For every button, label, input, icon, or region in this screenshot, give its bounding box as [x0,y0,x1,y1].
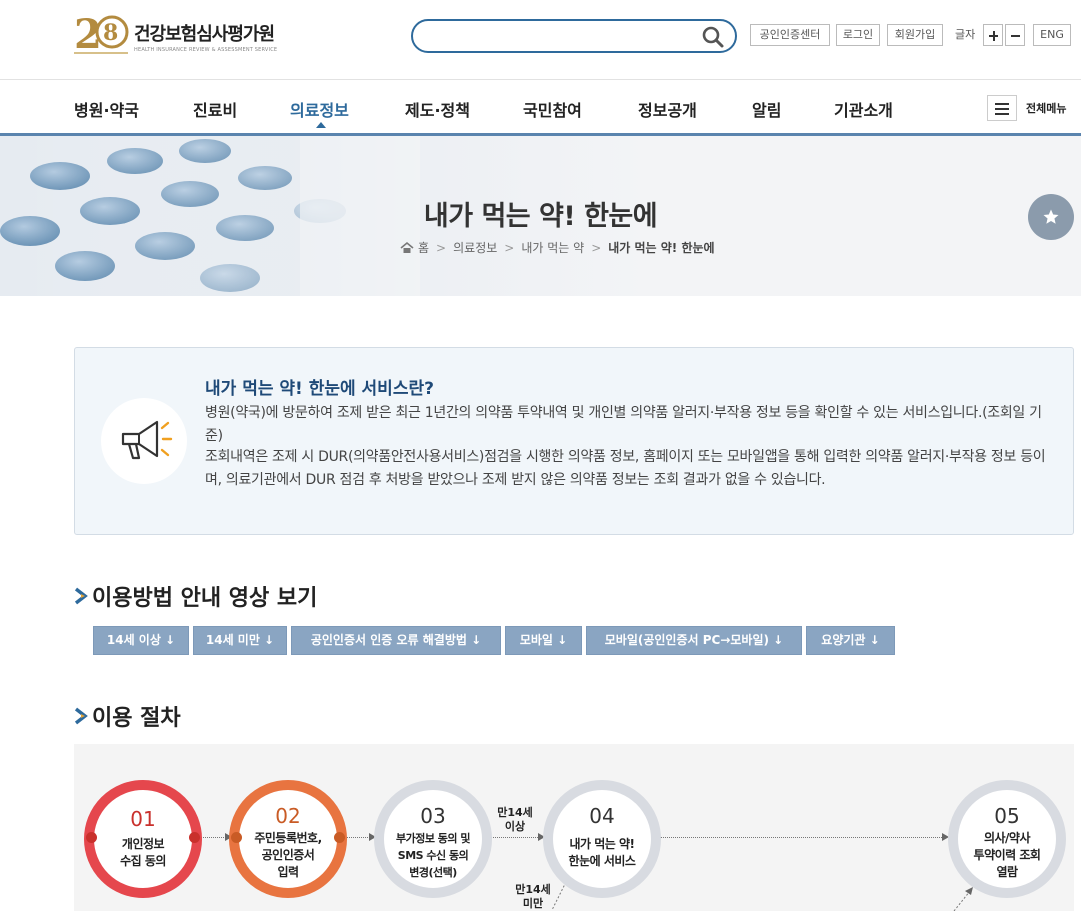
logo-subtitle: HEALTH INSURANCE REVIEW & ASSESSMENT SER… [134,47,278,53]
step-label: 주민등록번호, 공인인증서 입력 [254,831,322,879]
logo-name: 건강보험심사평가원 [134,24,275,45]
connector-4-5 [660,837,946,838]
age-over14-label: 만14세 이상 [497,806,533,833]
step-label: 내가 먹는 약! 한눈에 서비스 [568,837,636,868]
video-tab-mobile-cert[interactable]: 모바일(공인인증서 PC→모바일) ↓ [586,626,802,655]
step-dot [189,832,200,843]
section-chevron-icon [74,707,88,725]
breadcrumb-chevron-icon: > [504,240,515,255]
intro-paragraph-1: 병원(약국)에 방문하여 조제 받은 최근 1년간의 의약품 투약내역 및 개인… [205,405,1042,444]
star-icon [1043,209,1059,224]
gnb-item-participation[interactable]: 국민참여 [523,97,582,121]
intro-paragraph-2: 조회내역은 조제 시 DUR(의약품안전사용서비스)점검을 시행한 의약품 정보… [205,449,1046,488]
step-number: 04 [589,804,615,828]
step-01: 01 개인정보 수집 동의 [84,780,202,898]
video-tab-under14[interactable]: 14세 미만 ↓ [193,626,287,655]
breadcrumb-level1[interactable]: 의료정보 [453,239,497,256]
home-icon[interactable] [400,241,414,255]
search-input[interactable] [425,25,695,47]
connector-3-4 [490,837,542,838]
step-dot [86,832,97,843]
page-title: 내가 먹는 약! 한눈에 [423,201,658,232]
step-label: 의사/약사 투약이력 조회 열람 [973,831,1041,879]
gnb-item-medical-fees[interactable]: 진료비 [193,97,237,121]
hamburger-menu-icon[interactable] [987,95,1017,121]
all-menu-label[interactable]: 전체메뉴 [1026,100,1066,116]
cert-center-button[interactable]: 공인인증센터 [750,24,830,46]
video-tab-institution[interactable]: 요양기관 ↓ [806,626,895,655]
step-04: 04 내가 먹는 약! 한눈에 서비스 [543,780,661,898]
breadcrumb-level2[interactable]: 내가 먹는 약 [521,239,584,256]
step-dot [231,832,242,843]
step-number: 03 [420,804,446,828]
video-tab-mobile[interactable]: 모바일 ↓ [505,626,582,655]
login-button[interactable]: 로그인 [836,24,880,46]
video-tab-cert-error[interactable]: 공인인증서 인증 오류 해결방법 ↓ [291,626,501,655]
favorite-star-button[interactable] [1028,194,1074,240]
step-number: 05 [994,804,1020,828]
procedure-section-title: 이용 절차 [74,700,181,732]
intro-heading: 내가 먹는 약! 한눈에 서비스란? [205,379,434,399]
procedure-title: 이용 절차 [92,706,181,731]
font-decrease-button[interactable] [1005,24,1025,46]
step-label: 부가정보 동의 및 SMS 수신 동의 변경(선택) [396,832,471,879]
font-size-label: 글자 [955,28,976,41]
breadcrumb-chevron-icon: > [436,240,447,255]
anniversary-logo-mark: 2 8 [74,11,129,58]
age-under14-label: 만14세 미만 [515,883,551,910]
section-chevron-icon [74,587,88,605]
breadcrumb: 홈 > 의료정보 > 내가 먹는 약 > 내가 먹는 약! 한눈에 [400,239,715,256]
step-number: 02 [275,804,301,828]
site-logo[interactable]: 2 8 건강보험심사평가원 HEALTH INSURANCE REVIEW & … [74,10,294,60]
video-tab-over14[interactable]: 14세 이상 ↓ [93,626,189,655]
video-guide-title: 이용방법 안내 영상 보기 [92,586,318,611]
breadcrumb-chevron-icon: > [591,240,602,255]
gnb-item-medical-info[interactable]: 의료정보 [290,97,349,121]
join-button[interactable]: 회원가입 [887,24,943,46]
breadcrumb-home[interactable]: 홈 [418,239,429,256]
gnb-item-policy[interactable]: 제도·정책 [405,97,470,121]
video-guide-section-title: 이용방법 안내 영상 보기 [74,580,317,612]
font-increase-button[interactable] [983,24,1003,46]
step-03: 03 부가정보 동의 및 SMS 수신 동의 변경(선택) [374,780,492,898]
gnb-item-notice[interactable]: 알림 [752,97,781,121]
step-02: 02 주민등록번호, 공인인증서 입력 [229,780,347,898]
step-label: 개인정보 수집 동의 [120,837,166,868]
breadcrumb-current: 내가 먹는 약! 한눈에 [608,241,715,255]
svg-text:8: 8 [103,20,118,46]
gnb-item-hospital-pharmacy[interactable]: 병원·약국 [74,97,139,121]
search-icon[interactable] [701,25,725,49]
english-site-button[interactable]: ENG [1033,24,1071,46]
step-number: 01 [130,807,156,831]
search-box [411,19,737,53]
active-menu-caret-icon [316,122,326,128]
gnb-item-disclosure[interactable]: 정보공개 [638,97,697,121]
service-intro-box: 내가 먹는 약! 한눈에 서비스란? 병원(약국)에 방문하여 조제 받은 최근… [74,347,1074,535]
gnb-item-about[interactable]: 기관소개 [834,97,893,121]
step-05: 05 의사/약사 투약이력 조회 열람 [948,780,1066,898]
megaphone-icon [121,420,173,460]
step-dot [334,832,345,843]
megaphone-badge [101,398,187,484]
header-divider [0,79,1081,80]
